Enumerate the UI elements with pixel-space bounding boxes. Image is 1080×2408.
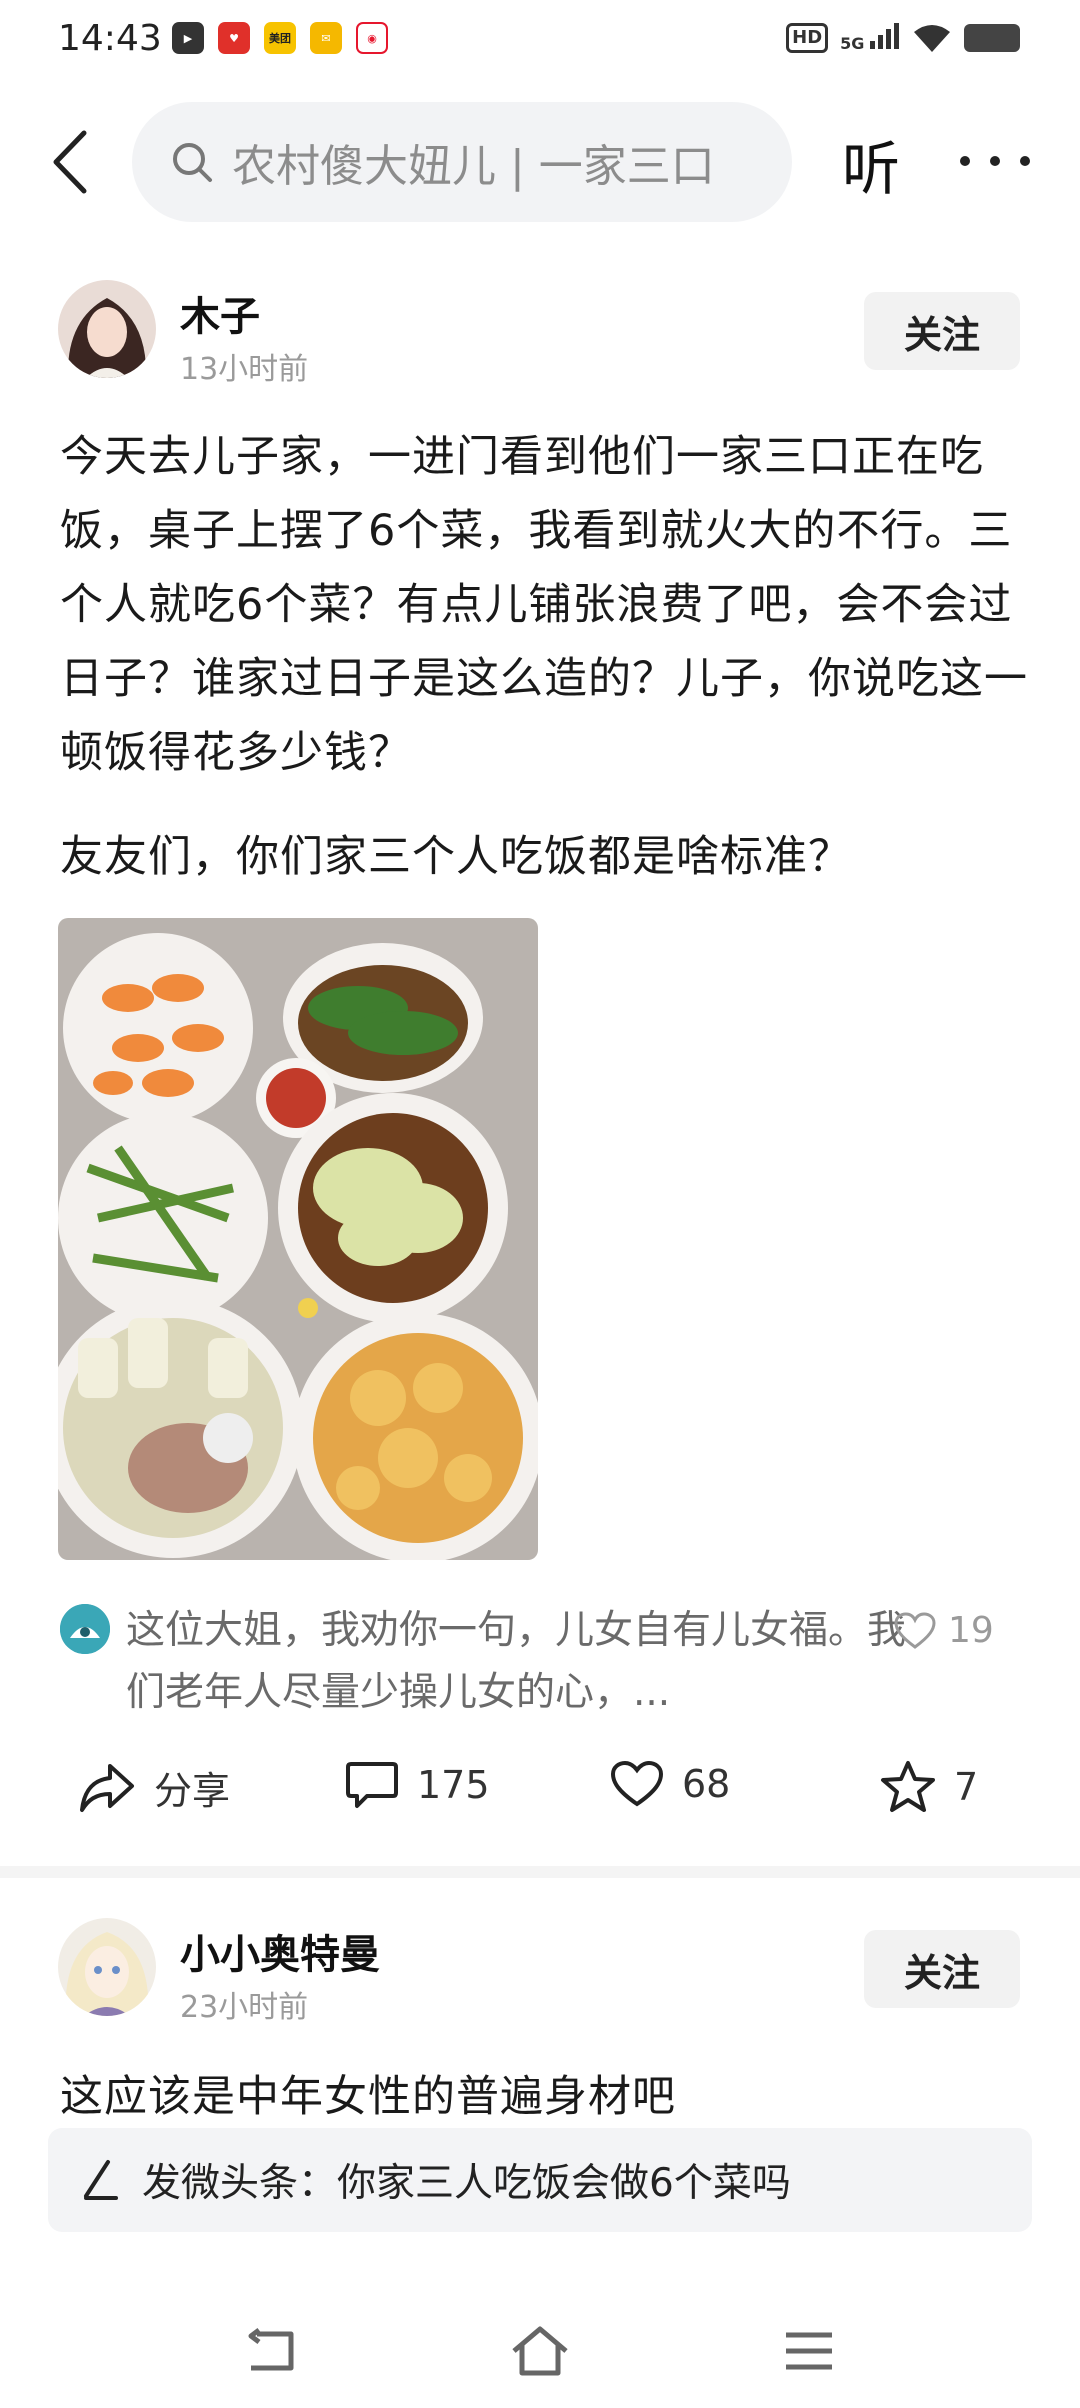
search-bar[interactable]: 农村傻大妞儿 | 一家三口: [132, 102, 792, 222]
nav-home-button[interactable]: [505, 2316, 575, 2386]
favorite-count: 7: [954, 1765, 979, 1809]
like-count: 68: [682, 1762, 731, 1806]
favorite-button[interactable]: 7: [880, 1760, 978, 1814]
heart-icon: [894, 1611, 936, 1649]
post-time: 23小时前: [180, 1990, 309, 2025]
status-bar: 14:43 ▶ ♥ 美团 ✉ ◉ HD 5G: [0, 0, 1080, 84]
post-image[interactable]: [58, 918, 538, 1560]
wifi-icon: [914, 25, 950, 52]
dot-icon: [1020, 156, 1030, 166]
status-time: 14:43: [58, 18, 162, 59]
comment-icon: [346, 1762, 398, 1808]
nav-menu-button[interactable]: [774, 2316, 844, 2386]
heart-icon: [610, 1760, 664, 1807]
back-button[interactable]: [40, 122, 100, 202]
menu-icon: [786, 2332, 832, 2370]
comment-text: 这位大姐，我劝你一句，儿女自有儿女福。我们老年人尽量少操儿女的心，...: [126, 1608, 907, 1715]
top-bar: 农村傻大妞儿 | 一家三口 听: [0, 100, 1080, 224]
composer-label: 发微头条：你家三人吃饭会做6个菜吗: [142, 2161, 791, 2206]
post-text: 今天去儿子家，一进门看到他们一家三口正在吃饭，桌子上摆了6个菜，我看到就火大的不…: [60, 432, 1028, 778]
hd-icon: HD: [786, 23, 829, 53]
more-options-button[interactable]: [960, 136, 1030, 186]
search-icon: [173, 143, 212, 182]
system-nav-bar: [0, 2300, 1080, 2408]
feed-divider: [0, 1866, 1080, 1878]
battery-icon: [964, 24, 1020, 52]
star-icon: [881, 1761, 935, 1812]
share-label: 分享: [154, 1769, 231, 1813]
share-icon: [80, 1763, 134, 1812]
dot-icon: [990, 156, 1000, 166]
post-text: 这应该是中年女性的普遍身材吧: [60, 2072, 676, 2122]
pen-icon: [84, 2160, 118, 2200]
author-name[interactable]: 木子: [180, 284, 260, 342]
nav-back-button[interactable]: [236, 2316, 306, 2386]
meituan-icon: 美团: [264, 22, 296, 54]
network-type: 5G: [840, 34, 865, 53]
commenter-avatar: [60, 1604, 110, 1654]
dot-icon: [960, 156, 970, 166]
author-name[interactable]: 小小奥特曼: [180, 1922, 380, 1980]
listen-button[interactable]: 听: [842, 122, 900, 206]
share-button[interactable]: 分享: [78, 1760, 230, 1815]
mail-icon: ✉: [310, 22, 342, 54]
post-action-bar: 分享 175 68 7: [0, 1750, 1080, 1830]
chevron-left-icon: [53, 130, 87, 194]
status-indicators: HD 5G: [786, 22, 1020, 54]
comment-button[interactable]: 175: [345, 1760, 490, 1810]
post-time: 13小时前: [180, 352, 309, 387]
video-icon: ▶: [172, 22, 204, 54]
comment-like-button[interactable]: 19: [894, 1610, 994, 1651]
like-button[interactable]: 68: [610, 1760, 730, 1808]
comment-like-count: 19: [948, 1610, 994, 1651]
signal-icon: 5G: [840, 23, 900, 53]
weibo-icon: ◉: [356, 22, 388, 54]
back-icon: [248, 2328, 294, 2371]
top-comment[interactable]: 这位大姐，我劝你一句，儿女自有儿女福。我们老年人尽量少操儿女的心，... 19: [58, 1600, 1022, 1720]
avatar[interactable]: [58, 1918, 156, 2016]
post-composer[interactable]: 发微头条：你家三人吃饭会做6个菜吗: [48, 2128, 1032, 2232]
home-icon: [512, 2326, 568, 2376]
status-app-icons: ▶ ♥ 美团 ✉ ◉: [172, 22, 388, 54]
app-icon: ♥: [218, 22, 250, 54]
search-query: 农村傻大妞儿 | 一家三口: [232, 141, 715, 192]
post-question: 友友们，你们家三个人吃饭都是啥标准？: [60, 832, 852, 882]
follow-button[interactable]: 关注: [864, 1930, 1020, 2008]
follow-button[interactable]: 关注: [864, 292, 1020, 370]
avatar[interactable]: [58, 280, 156, 378]
comment-count: 175: [417, 1763, 490, 1807]
